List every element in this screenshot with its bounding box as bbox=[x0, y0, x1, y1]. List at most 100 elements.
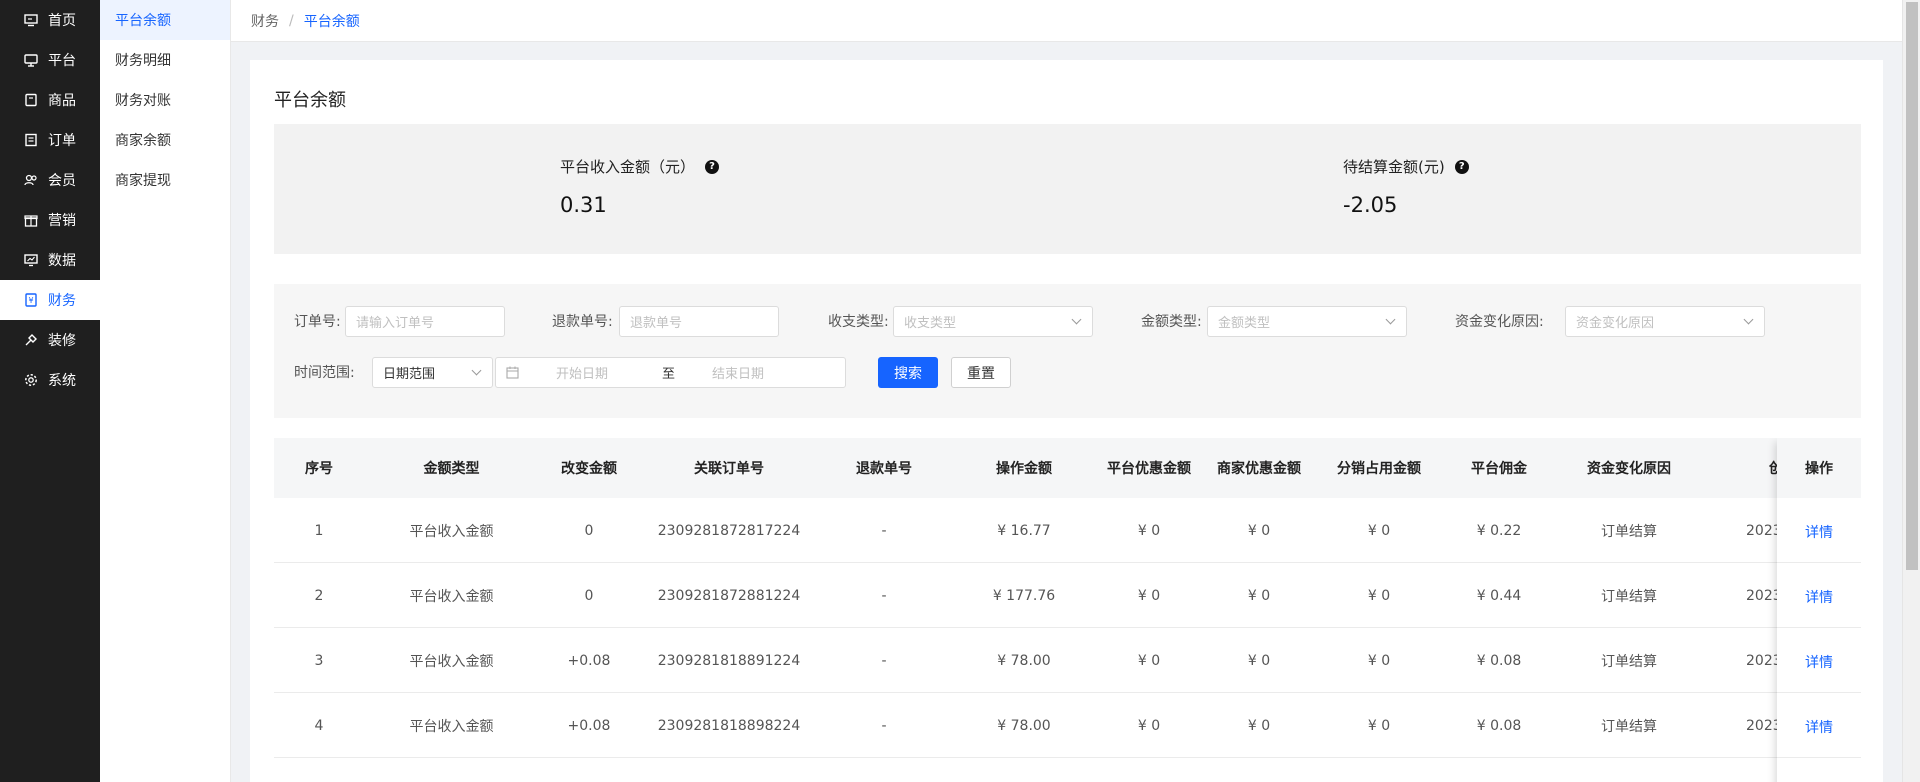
detail-link[interactable]: 详情 bbox=[1777, 693, 1861, 758]
cell-commission: ¥ 0.44 bbox=[1476, 587, 1522, 604]
nav-item-member[interactable]: 会员 bbox=[0, 160, 100, 200]
pending-summary: 待结算金额(元)? -2.05 bbox=[1343, 156, 1469, 217]
order-no-placeholder: 请输入订单号 bbox=[356, 316, 435, 331]
nav-label: 会员 bbox=[48, 173, 76, 189]
detail-link[interactable]: 详情 bbox=[1777, 628, 1861, 693]
cell-op-amount: ¥ 78.00 bbox=[997, 652, 1051, 669]
page-title: 平台余额 bbox=[274, 90, 346, 111]
cell-type: 平台收入金额 bbox=[409, 718, 494, 735]
data-icon bbox=[24, 253, 38, 267]
nav-label: 系统 bbox=[48, 373, 76, 389]
io-type-placeholder: 收支类型 bbox=[904, 316, 957, 331]
nav-label: 财务 bbox=[48, 293, 76, 309]
cell-platform-discount: ¥ 0 bbox=[1137, 587, 1161, 604]
table-row: 3 平台收入金额 +0.08 2309281818891224 - ¥ 78.0… bbox=[274, 628, 1861, 693]
col-header: 资金变化原因 bbox=[1587, 461, 1671, 477]
col-header: 平台优惠金额 bbox=[1107, 461, 1191, 477]
filter-panel: 订单号: 请输入订单号 退款单号: 退款单号 收支类型: 收支类型 金额类型: … bbox=[274, 284, 1861, 418]
cell-reason: 订单结算 bbox=[1601, 718, 1657, 735]
cell-no: 2 bbox=[314, 587, 324, 604]
calendar-icon bbox=[506, 366, 519, 379]
date-range-picker[interactable]: 开始日期 至 结束日期 bbox=[495, 357, 846, 388]
subnav-label: 商家提现 bbox=[115, 173, 171, 189]
cell-reason: 订单结算 bbox=[1601, 588, 1657, 605]
main-sidebar: 首页 平台 商品 订单 会员 营销 数据 ¥ 财务 装修 系统 bbox=[0, 0, 100, 782]
summary-panel: 平台收入金额（元）? 0.31 待结算金额(元)? -2.05 bbox=[274, 124, 1861, 254]
start-date-input[interactable]: 开始日期 bbox=[556, 363, 656, 382]
search-button[interactable]: 搜索 bbox=[878, 357, 938, 388]
scrollbar-thumb[interactable] bbox=[1906, 2, 1918, 570]
breadcrumb-parent[interactable]: 财务 bbox=[251, 11, 279, 31]
refund-no-label: 退款单号: bbox=[552, 314, 613, 330]
nav-item-order[interactable]: 订单 bbox=[0, 120, 100, 160]
cell-change: +0.08 bbox=[567, 717, 611, 734]
reason-label: 资金变化原因: bbox=[1455, 314, 1544, 330]
member-icon bbox=[24, 173, 38, 187]
time-range-select[interactable]: 日期范围 bbox=[372, 357, 493, 388]
cell-merchant-discount: ¥ 0 bbox=[1247, 587, 1271, 604]
nav-label: 营销 bbox=[48, 213, 76, 229]
cell-reason: 订单结算 bbox=[1601, 523, 1657, 540]
subnav-item-platform-balance[interactable]: 平台余额 bbox=[100, 0, 230, 40]
range-separator: 至 bbox=[662, 367, 676, 382]
nav-item-decorate[interactable]: 装修 bbox=[0, 320, 100, 360]
nav-label: 平台 bbox=[48, 53, 76, 69]
amount-type-select[interactable]: 金额类型 bbox=[1207, 306, 1407, 337]
order-no-input[interactable]: 请输入订单号 bbox=[345, 306, 505, 337]
cell-refund: - bbox=[881, 587, 887, 604]
reset-button[interactable]: 重置 bbox=[951, 357, 1011, 388]
cell-refund: - bbox=[881, 522, 887, 539]
refund-no-input[interactable]: 退款单号 bbox=[619, 306, 779, 337]
nav-item-goods[interactable]: 商品 bbox=[0, 80, 100, 120]
nav-item-marketing[interactable]: 营销 bbox=[0, 200, 100, 240]
cell-type: 平台收入金额 bbox=[409, 523, 494, 540]
chevron-down-icon bbox=[1071, 314, 1082, 325]
nav-item-data[interactable]: 数据 bbox=[0, 240, 100, 280]
subnav-item-reconciliation[interactable]: 财务对账 bbox=[100, 80, 230, 120]
col-header: 关联订单号 bbox=[694, 461, 764, 477]
pending-value: -2.05 bbox=[1343, 193, 1398, 217]
reason-select[interactable]: 资金变化原因 bbox=[1565, 306, 1765, 337]
detail-link[interactable]: 详情 bbox=[1777, 498, 1861, 563]
subnav-label: 财务对账 bbox=[115, 93, 171, 109]
page-scrollbar[interactable] bbox=[1902, 0, 1920, 782]
cell-op-amount: ¥ 16.77 bbox=[997, 522, 1051, 539]
balance-table: 序号 金额类型 改变金额 关联订单号 退款单号 操作金额 平台优惠金额 商家优惠… bbox=[274, 438, 1861, 782]
cell-change: 0 bbox=[584, 522, 594, 539]
nav-item-platform[interactable]: 平台 bbox=[0, 40, 100, 80]
col-header: 序号 bbox=[305, 461, 333, 477]
nav-item-system[interactable]: 系统 bbox=[0, 360, 100, 400]
cell-reason: 订单结算 bbox=[1601, 653, 1657, 670]
income-label: 平台收入金额（元） bbox=[560, 158, 696, 176]
cell-no: 3 bbox=[314, 652, 324, 669]
cell-merchant-discount: ¥ 0 bbox=[1247, 717, 1271, 734]
subnav-label: 财务明细 bbox=[115, 53, 171, 69]
detail-link[interactable]: 详情 bbox=[1777, 563, 1861, 628]
chevron-down-icon bbox=[471, 365, 482, 376]
question-icon[interactable]: ? bbox=[705, 159, 720, 174]
nav-label: 装修 bbox=[48, 333, 76, 349]
amount-type-label: 金额类型: bbox=[1141, 314, 1202, 330]
cell-no: 1 bbox=[314, 522, 324, 539]
nav-item-finance[interactable]: ¥ 财务 bbox=[0, 280, 100, 320]
nav-item-home[interactable]: 首页 bbox=[0, 0, 100, 40]
platform-icon bbox=[24, 53, 38, 67]
subnav-item-merchant-balance[interactable]: 商家余额 bbox=[100, 120, 230, 160]
col-header: 改变金额 bbox=[561, 461, 617, 477]
question-icon[interactable]: ? bbox=[1454, 159, 1469, 174]
cell-change: 0 bbox=[584, 587, 594, 604]
order-icon bbox=[24, 133, 38, 147]
subnav-item-merchant-withdraw[interactable]: 商家提现 bbox=[100, 160, 230, 200]
cell-platform-discount: ¥ 0 bbox=[1137, 652, 1161, 669]
nav-label: 订单 bbox=[48, 133, 76, 149]
io-type-select[interactable]: 收支类型 bbox=[893, 306, 1093, 337]
end-date-input[interactable]: 结束日期 bbox=[712, 363, 764, 382]
subnav-label: 平台余额 bbox=[115, 13, 171, 29]
cell-distribution: ¥ 0 bbox=[1367, 587, 1391, 604]
main-card: 平台余额 平台收入金额（元）? 0.31 待结算金额(元)? -2.05 订单号… bbox=[250, 60, 1883, 782]
breadcrumb-separator: / bbox=[289, 12, 294, 29]
cell-commission: ¥ 0.08 bbox=[1476, 652, 1522, 669]
nav-label: 数据 bbox=[48, 253, 76, 269]
col-header: 平台佣金 bbox=[1471, 461, 1527, 477]
subnav-item-finance-detail[interactable]: 财务明细 bbox=[100, 40, 230, 80]
